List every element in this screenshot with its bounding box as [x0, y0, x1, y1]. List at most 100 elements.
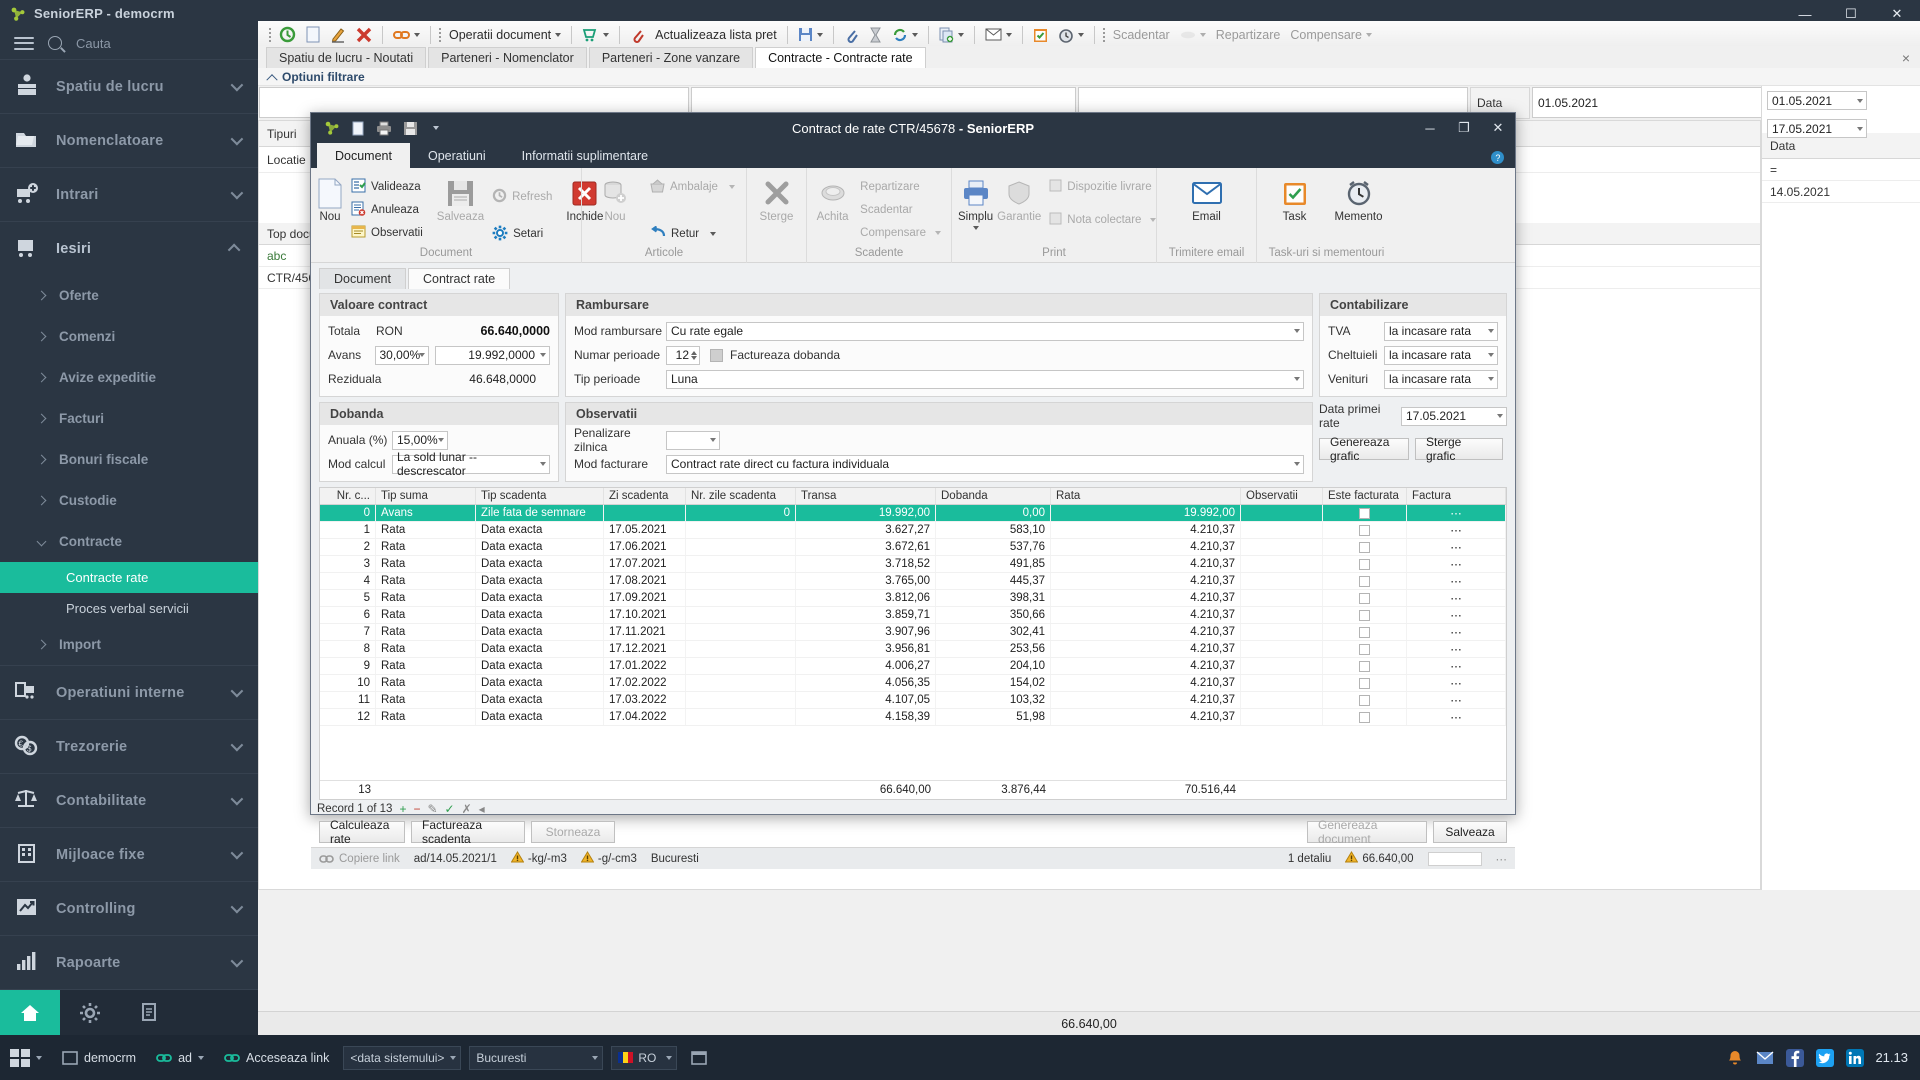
avans-percent-input[interactable]: 30,00% — [374, 345, 430, 365]
toolbar-operatii-document-button[interactable]: Operatii document — [444, 22, 566, 48]
facebook-icon[interactable] — [1785, 1048, 1805, 1068]
este-facturata-checkbox[interactable] — [1359, 711, 1370, 723]
resize-grip-icon[interactable]: ⋯ — [1496, 852, 1508, 866]
mod-facturare-input[interactable]: Contract rate direct cu factura individu… — [666, 454, 1304, 474]
dialog-close-button[interactable]: ✕ — [1481, 113, 1515, 143]
table-row[interactable]: 3 Rata Data exacta 17.07.2021 3.718,52 491,85… — [320, 556, 1506, 573]
cheltuieli-input[interactable]: la incasare rata — [1384, 345, 1498, 365]
settings-button[interactable] — [60, 990, 120, 1035]
sidebar-item-import[interactable]: Import — [0, 624, 258, 665]
th-factura[interactable]: Factura — [1407, 488, 1506, 504]
chevron-down-icon[interactable] — [1005, 32, 1012, 37]
sidebar-item-contabilitate[interactable]: Contabilitate — [0, 773, 258, 827]
sidebar-item-spatiu-de-lucru[interactable]: Spatiu de lucru — [0, 59, 258, 113]
accept-record-icon[interactable]: ✓ — [445, 802, 455, 816]
task-button[interactable]: Task — [1268, 173, 1322, 224]
chevron-down-icon[interactable] — [230, 792, 244, 806]
valideaza-button[interactable]: Valideaza — [347, 177, 427, 197]
toolbar-link-icon[interactable] — [388, 22, 425, 48]
toolbar-attachment-icon[interactable] — [625, 22, 650, 48]
ribbon-tab-document[interactable]: Document — [317, 143, 410, 168]
table-row[interactable]: 5 Rata Data exacta 17.09.2021 3.812,06 398,31… — [320, 590, 1506, 607]
este-facturata-checkbox[interactable] — [1359, 507, 1370, 519]
tip-perioade-input[interactable]: Luna — [666, 369, 1304, 389]
este-facturata-checkbox[interactable] — [1359, 677, 1370, 689]
nou-button[interactable]: Nou — [317, 173, 343, 224]
inner-tab-document[interactable]: Document — [319, 268, 406, 289]
sidebar-item-avize-expeditie[interactable]: Avize expeditie — [0, 357, 258, 398]
sidebar-item-nomenclatoare[interactable]: Nomenclatoare — [0, 113, 258, 167]
notification-icon[interactable] — [1725, 1048, 1745, 1068]
table-row[interactable]: 9 Rata Data exacta 17.01.2022 4.006,27 204,10… — [320, 658, 1506, 675]
memento-button[interactable]: Memento — [1332, 173, 1386, 224]
sistem-data-field[interactable]: <data sistemului> — [343, 1045, 462, 1070]
taskbar-item-democrm[interactable]: democrm — [52, 1035, 146, 1080]
este-facturata-checkbox[interactable] — [1359, 592, 1370, 604]
este-facturata-checkbox[interactable] — [1359, 660, 1370, 672]
toolbar-actualizeaza-lista-pret-button[interactable]: Actualizeaza lista pret — [650, 22, 782, 48]
table-row[interactable]: 4 Rata Data exacta 17.08.2021 3.765,00 445,37… — [320, 573, 1506, 590]
toolbar-email-icon[interactable] — [980, 22, 1017, 48]
sidebar-item-comenzi[interactable]: Comenzi — [0, 316, 258, 357]
numar-perioade-input[interactable]: 12 — [666, 345, 700, 365]
sidebar-item-oferte[interactable]: Oferte — [0, 275, 258, 316]
table-row[interactable]: 0 Avans Zile fata de semnare 0 19.992,00 0,00… — [320, 505, 1506, 522]
dialog-maximize-button[interactable]: ❐ — [1447, 113, 1481, 143]
table-row[interactable]: 2 Rata Data exacta 17.06.2021 3.672,61 537,76… — [320, 539, 1506, 556]
este-facturata-checkbox[interactable] — [1359, 524, 1370, 536]
th-nr[interactable]: Nr. c... — [320, 488, 376, 504]
table-row[interactable]: 11 Rata Data exacta 17.03.2022 4.107,05 103,3… — [320, 692, 1506, 709]
close-all-tabs-icon[interactable]: × — [1902, 50, 1910, 66]
chevron-down-icon[interactable] — [230, 186, 244, 200]
tab-spatiu-de-lucru-noutati[interactable]: Spatiu de lucru - Noutati — [266, 47, 427, 68]
ribbon-tab-operatiuni[interactable]: Operatiuni — [410, 143, 504, 168]
toolbar-task-icon[interactable] — [1028, 22, 1053, 48]
toolbar-save-icon[interactable] — [793, 22, 828, 48]
chevron-down-icon[interactable] — [230, 78, 244, 92]
mod-rambursare-input[interactable]: Cu rate egale — [666, 321, 1304, 341]
este-facturata-checkbox[interactable] — [1359, 575, 1370, 587]
chevron-down-icon[interactable] — [957, 32, 964, 37]
locatie-field[interactable]: Bucuresti — [469, 1045, 604, 1070]
toolbar-alarm-icon[interactable] — [1053, 22, 1089, 48]
tab-parteneri-zone-vanzare[interactable]: Parteneri - Zone vanzare — [588, 47, 754, 68]
tab-parteneri-nomenclator[interactable]: Parteneri - Nomenclator — [428, 47, 587, 68]
th-observatii[interactable]: Observatii — [1241, 488, 1323, 504]
toolbar-cart-icon[interactable] — [577, 22, 614, 48]
avans-value-input[interactable]: 19.992,0000 — [435, 345, 550, 365]
chevron-down-icon[interactable] — [230, 738, 244, 752]
toolbar-new-button[interactable] — [301, 22, 325, 48]
th-dobanda[interactable]: Dobanda — [936, 488, 1051, 504]
sidebar-item-contracte-rate[interactable]: Contracte rate — [0, 562, 258, 593]
table-row[interactable]: 7 Rata Data exacta 17.11.2021 3.907,96 302,41… — [320, 624, 1506, 641]
tva-input[interactable]: la incasare rata — [1384, 321, 1498, 341]
spinner-icon[interactable] — [691, 350, 697, 360]
chevron-down-icon[interactable] — [972, 225, 979, 230]
este-facturata-checkbox[interactable] — [1359, 626, 1370, 638]
anuala-input[interactable]: 15,00% — [392, 430, 448, 450]
home-button[interactable] — [0, 990, 60, 1035]
prev-record-icon[interactable]: ◂ — [479, 802, 485, 816]
email-button[interactable]: Email — [1180, 173, 1234, 224]
th-transa[interactable]: Transa — [796, 488, 936, 504]
dialog-minimize-button[interactable]: ─ — [1413, 113, 1447, 143]
sidebar-search[interactable]: Cauta — [0, 27, 258, 59]
retur-button[interactable]: Retur — [646, 224, 739, 244]
th-nr-zile-scadenta[interactable]: Nr. zile scadenta — [686, 488, 796, 504]
dialog-title-bar[interactable]: Contract de rate CTR/45678 - SeniorERP ─… — [311, 113, 1515, 143]
twitter-icon[interactable] — [1815, 1048, 1835, 1068]
chevron-down-icon[interactable] — [603, 32, 610, 37]
table-row[interactable]: 1 Rata Data exacta 17.05.2021 3.627,27 583,10… — [320, 522, 1506, 539]
chevron-up-icon[interactable] — [266, 73, 278, 85]
hamburger-icon[interactable] — [14, 36, 34, 50]
sidebar-item-controlling[interactable]: Controlling — [0, 881, 258, 935]
chevron-down-icon[interactable] — [230, 954, 244, 968]
ribbon-tab-informatii-suplimentare[interactable]: Informatii suplimentare — [504, 143, 666, 168]
chevron-up-icon[interactable] — [227, 243, 241, 257]
toolbar-hourglass-icon[interactable] — [864, 22, 887, 48]
sidebar-item-rapoarte[interactable]: Rapoarte — [0, 935, 258, 989]
penalizare-input[interactable] — [666, 430, 720, 450]
table-row[interactable]: 10 Rata Data exacta 17.02.2022 4.056,35 154,0… — [320, 675, 1506, 692]
taskbar-window-icon[interactable] — [681, 1035, 717, 1080]
factureaza-dobanda-checkbox[interactable] — [710, 348, 723, 362]
